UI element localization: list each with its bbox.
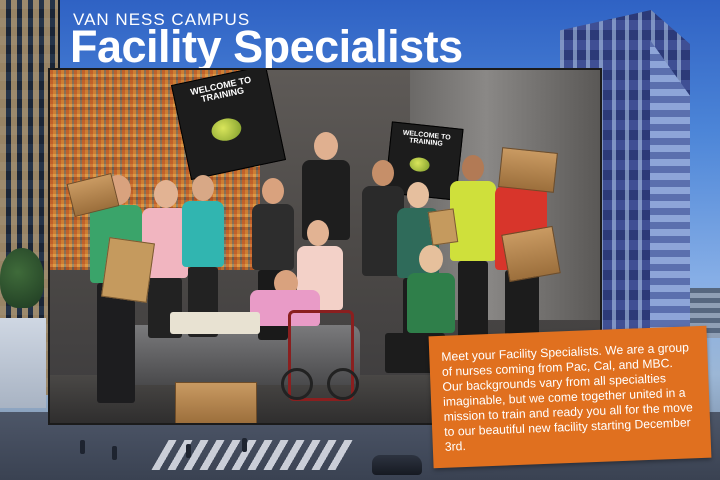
pedestrian	[242, 438, 247, 452]
pedestrian	[112, 446, 117, 460]
welcome-poster: WELCOME TO TRAINING	[170, 70, 287, 181]
page-title: Facility Specialists	[70, 21, 463, 72]
poster-graphic	[208, 115, 243, 144]
street-tree	[0, 248, 44, 308]
car	[372, 455, 422, 475]
wheelchair-wheel	[327, 368, 359, 400]
flyer-canvas: VAN NESS CAMPUS Facility Specialists WEL…	[0, 0, 720, 480]
poster-graphic	[408, 156, 431, 173]
clipboard	[101, 237, 155, 303]
cardboard-box	[175, 382, 257, 423]
crosswalk	[151, 440, 359, 470]
wheelchair	[281, 310, 359, 401]
wheelchair-wheel	[281, 368, 313, 400]
left-lower-building	[0, 318, 46, 408]
pedestrian	[186, 444, 191, 458]
caption-box: Meet your Facility Specialists. We are a…	[428, 325, 712, 469]
box-of-binders	[501, 225, 561, 283]
caption-text: Meet your Facility Specialists. We are a…	[441, 340, 694, 454]
clipboard	[427, 208, 459, 246]
pedestrian	[80, 440, 85, 454]
cardboard-box	[498, 147, 558, 193]
